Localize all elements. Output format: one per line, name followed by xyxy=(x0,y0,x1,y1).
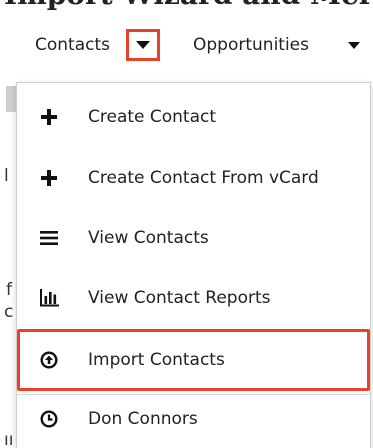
menu-item-label: Create Contact xyxy=(88,107,217,127)
background-text-fragment: f xyxy=(6,280,12,300)
opportunities-chevron-down-icon[interactable] xyxy=(348,42,360,49)
page-heading: Import Wizard and Mer xyxy=(4,0,373,11)
plus-icon xyxy=(39,107,59,127)
menu-item-import-contacts[interactable]: Import Contacts xyxy=(17,329,370,391)
menu-item-label: View Contact Reports xyxy=(88,288,271,308)
clock-icon xyxy=(39,409,59,429)
nav-opportunities-label: Opportunities xyxy=(193,35,309,55)
background-text-fragment: l xyxy=(4,166,9,186)
nav-opportunities-tab[interactable]: Opportunities xyxy=(193,22,309,68)
menu-item-create-contact-vcard[interactable]: Create Contact From vCard xyxy=(17,147,370,209)
menu-item-create-contact[interactable]: Create Contact xyxy=(17,86,370,148)
chevron-down-icon xyxy=(136,41,150,49)
bar-chart-icon xyxy=(39,288,59,308)
background-text-fragment: ıı xyxy=(4,430,14,448)
menu-item-view-contact-reports[interactable]: View Contact Reports xyxy=(17,267,370,329)
top-navigation-bar: Contacts Opportunities xyxy=(0,22,373,68)
nav-contacts-tab[interactable]: Contacts xyxy=(35,22,110,68)
menu-item-recent-don-connors[interactable]: Don Connors xyxy=(17,388,370,448)
nav-contacts-label: Contacts xyxy=(35,35,110,55)
contacts-dropdown-menu: Create Contact Create Contact From vCard… xyxy=(16,82,371,448)
background-field xyxy=(6,86,16,112)
contacts-dropdown-toggle[interactable] xyxy=(126,29,160,61)
list-icon xyxy=(39,228,59,248)
plus-icon xyxy=(39,168,59,188)
menu-item-label: Create Contact From vCard xyxy=(88,168,319,188)
menu-item-label: Import Contacts xyxy=(88,350,225,370)
menu-item-label: View Contacts xyxy=(88,228,209,248)
menu-item-label: Don Connors xyxy=(88,409,198,429)
upload-circle-icon xyxy=(39,350,59,370)
background-text-fragment: c xyxy=(4,302,14,322)
menu-item-view-contacts[interactable]: View Contacts xyxy=(17,207,370,269)
